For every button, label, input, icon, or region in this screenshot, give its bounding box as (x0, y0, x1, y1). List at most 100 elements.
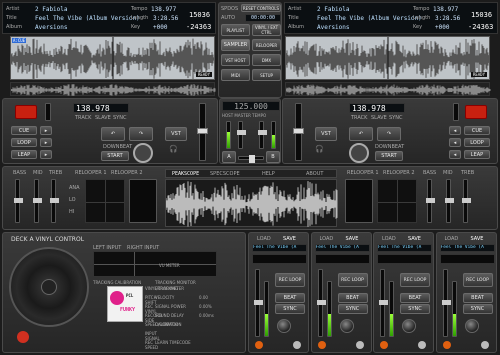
sampler-stop-icon[interactable] (355, 341, 364, 349)
deck-b-jog-button[interactable] (349, 143, 369, 163)
deck-b-leap-prev[interactable]: ◂ (449, 150, 461, 159)
tracking-row-right[interactable]: CALIBRATION (155, 322, 182, 327)
sampler-stop-icon[interactable] (293, 341, 301, 349)
sampler-rec-loop-button[interactable]: REC LOOP (400, 273, 430, 287)
setup-button[interactable]: SETUP (252, 69, 281, 81)
sampler-volume-fader[interactable] (441, 269, 451, 337)
sampler-volume-fader[interactable] (254, 269, 263, 337)
eq-a-treb-fader[interactable] (50, 179, 59, 223)
deck-b-pitch-bend-up[interactable]: ↶ (349, 127, 373, 141)
deck-b-pitch-bend-down[interactable]: ↷ (377, 127, 401, 141)
deck-a-pitch-fader[interactable] (197, 103, 208, 161)
sampler-rec-loop-button[interactable]: REC LOOP (462, 273, 493, 287)
sampler-sync-button[interactable]: SYNC (462, 304, 493, 314)
sampler-pitch-knob[interactable] (277, 319, 291, 333)
tab-specscope[interactable]: SPECSCOPE (210, 171, 240, 177)
deck-b-pitch-fader-small[interactable] (453, 103, 459, 121)
relooper-1-left-tab[interactable]: RELOOPER 1 (75, 170, 107, 176)
deck-a-leap-button[interactable]: LEAP (11, 150, 37, 159)
tracking-row-right[interactable]: LEARN TIMECODE (155, 340, 191, 345)
sampler-waveform[interactable] (252, 254, 307, 264)
sampler-pitch-knob[interactable] (402, 319, 416, 333)
sampler-pitch-knob[interactable] (339, 319, 354, 333)
crossfader[interactable] (238, 155, 264, 163)
sampler-save-button[interactable]: SAVE (283, 236, 296, 242)
sampler-rec-loop-button[interactable]: REC LOOP (337, 273, 368, 287)
vst-host-button[interactable]: VST HOST (221, 54, 250, 66)
tracking-row-right[interactable]: VELOCITY (155, 295, 174, 300)
deck-a-leap-next[interactable]: ▸ (40, 150, 52, 159)
tab-about[interactable]: ABOUT (306, 171, 323, 177)
deck-b-pitch-fader-knob[interactable] (293, 128, 304, 134)
relooper-b-area[interactable] (345, 179, 373, 223)
deck-b-leap-button[interactable]: LEAP (464, 150, 490, 159)
deck-a-volume-fader[interactable] (237, 121, 246, 149)
deck-a-loop-button[interactable]: LOOP (11, 138, 37, 147)
sampler-waveform[interactable] (377, 254, 432, 264)
dmx-button[interactable]: DMX (252, 54, 281, 66)
deck-b-play-button[interactable] (465, 105, 487, 119)
xy-pad-a[interactable] (85, 179, 125, 223)
vinyl-rec-led[interactable] (17, 331, 29, 343)
crossfader-b-button[interactable]: B (266, 151, 280, 163)
sampler-load-button[interactable]: LOAD (382, 236, 396, 242)
deck-b-overview[interactable] (285, 82, 491, 96)
sampler-waveform[interactable] (314, 254, 370, 264)
crossfader-a-button[interactable]: A (222, 151, 236, 163)
sampler-button[interactable]: SAMPLER (221, 39, 250, 51)
tab-help[interactable]: HELP (262, 171, 275, 177)
sampler-stop-icon[interactable] (418, 341, 426, 349)
deck-b-loop-prev[interactable]: ◂ (449, 138, 461, 147)
relooper-a-area[interactable] (129, 179, 157, 223)
sampler-rec-loop-button[interactable]: REC LOOP (275, 273, 305, 287)
deck-a-cue-next[interactable]: ▸ (40, 126, 52, 135)
deck-a-waveform[interactable]: A:CUE READY (10, 36, 215, 80)
deck-b-cue-button[interactable]: CUE (464, 126, 490, 135)
sampler-waveform[interactable] (439, 254, 495, 264)
deck-b-pitch-fader[interactable] (293, 103, 304, 161)
sampler-volume-fader[interactable] (379, 269, 388, 337)
midi-button[interactable]: MIDI (221, 69, 250, 81)
deck-a-start-button[interactable]: START (101, 151, 129, 161)
vinyl-platter[interactable] (9, 247, 89, 327)
sampler-play-led[interactable] (442, 341, 451, 349)
sampler-play-led[interactable] (255, 341, 263, 349)
sampler-beat-button[interactable]: BEAT (337, 293, 368, 303)
deck-b-headphone-icon[interactable]: 🎧 (315, 145, 324, 153)
deck-b-loop-button[interactable]: LOOP (464, 138, 490, 147)
relooper-button[interactable]: RELOOPER (252, 39, 281, 51)
eq-b-mid-fader[interactable] (445, 179, 454, 223)
tracking-row-right[interactable]: SOUND DELAY (155, 313, 184, 318)
deck-b-sync-label[interactable]: SYNC (389, 115, 402, 121)
sampler-play-led[interactable] (317, 341, 326, 349)
deck-a-headphone-icon[interactable]: 🎧 (169, 145, 178, 153)
sampler-pitch-knob[interactable] (464, 319, 479, 333)
sampler-volume-fader[interactable] (316, 269, 326, 337)
sampler-load-button[interactable]: LOAD (257, 236, 271, 242)
deck-b-start-button[interactable]: START (375, 151, 403, 161)
deck-a-slave-label[interactable]: SLAVE (95, 115, 111, 121)
deck-b-slave-label[interactable]: SLAVE (371, 115, 387, 121)
deck-b-vst-button[interactable]: VST (315, 127, 337, 141)
sampler-load-button[interactable]: LOAD (320, 236, 334, 242)
deck-b-cue-prev[interactable]: ◂ (449, 126, 461, 135)
sampler-sync-button[interactable]: SYNC (400, 304, 430, 314)
relooper-1-right-tab[interactable]: RELOOPER 1 (347, 170, 379, 176)
tracking-row-right[interactable]: SIGNAL POWER (155, 304, 186, 309)
sampler-beat-button[interactable]: BEAT (462, 293, 493, 303)
tracking-row-right[interactable]: ERROR METER (155, 286, 184, 291)
vinyl-ext-ctrl-button[interactable]: VINYL / EXT CTRL (252, 24, 281, 36)
eq-a-bass-fader[interactable] (14, 179, 23, 223)
xy-pad-b[interactable] (377, 179, 417, 223)
deck-a-jog-button[interactable] (133, 143, 153, 163)
eq-b-bass-fader[interactable] (426, 179, 435, 223)
deck-a-vst-button[interactable]: VST (165, 127, 187, 141)
deck-b-waveform[interactable]: READY (285, 36, 490, 80)
sampler-beat-button[interactable]: BEAT (275, 293, 305, 303)
reset-controls-button[interactable]: RESET CONTROLS (241, 4, 281, 12)
deck-a-play-button[interactable] (15, 105, 37, 119)
relooper-2-left-tab[interactable]: RELOOPER 2 (111, 170, 143, 176)
sampler-save-button[interactable]: SAVE (471, 236, 484, 242)
sampler-save-button[interactable]: SAVE (346, 236, 359, 242)
deck-b-track-label[interactable]: TRACK (351, 115, 367, 121)
